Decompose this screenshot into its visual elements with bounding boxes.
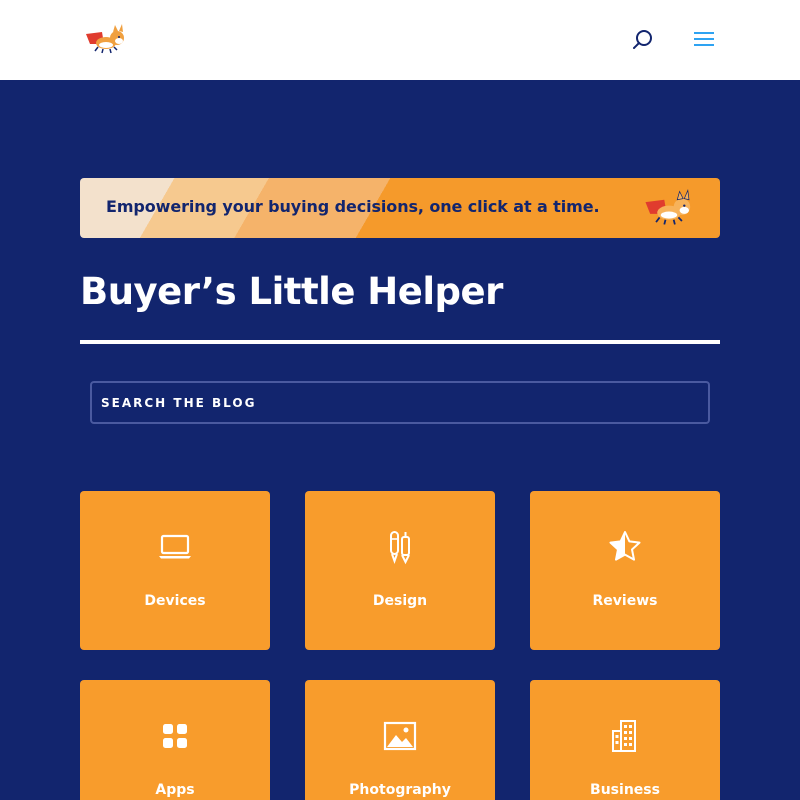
category-card-reviews[interactable]: Reviews (530, 491, 720, 650)
apps-grid-icon (163, 724, 187, 748)
pens-icon (390, 531, 410, 565)
category-label: Devices (144, 593, 206, 609)
header-search-button[interactable] (630, 27, 656, 53)
category-card-business[interactable]: Business (530, 680, 720, 800)
blog-search-input[interactable] (90, 381, 710, 424)
page-title: Buyer’s Little Helper (80, 270, 503, 313)
title-divider (80, 340, 720, 344)
category-label: Reviews (592, 593, 658, 609)
category-card-devices[interactable]: Devices (80, 491, 270, 650)
image-icon (383, 721, 417, 751)
hamburger-menu-icon (694, 32, 714, 46)
corgi-logo-icon (645, 189, 691, 225)
site-logo[interactable] (84, 22, 128, 56)
banner-logo (642, 188, 696, 228)
search-icon (633, 30, 652, 49)
category-card-design[interactable]: Design (305, 491, 495, 650)
category-card-photography[interactable]: Photography (305, 680, 495, 800)
category-label: Business (590, 782, 660, 798)
category-label: Apps (155, 782, 195, 798)
category-label: Design (372, 593, 428, 609)
category-label: Photography (349, 782, 451, 798)
category-card-apps[interactable]: Apps (80, 680, 270, 800)
header-menu-button[interactable] (692, 28, 716, 50)
laptop-icon (159, 534, 191, 559)
main-content: Empowering your buying decisions, one cl… (0, 80, 800, 800)
half-star-icon (609, 531, 641, 561)
site-header (0, 0, 800, 80)
tagline-text: Empowering your buying decisions, one cl… (106, 197, 600, 216)
corgi-logo-icon (86, 24, 124, 54)
building-icon (612, 720, 636, 752)
tagline-banner: Empowering your buying decisions, one cl… (80, 178, 720, 238)
